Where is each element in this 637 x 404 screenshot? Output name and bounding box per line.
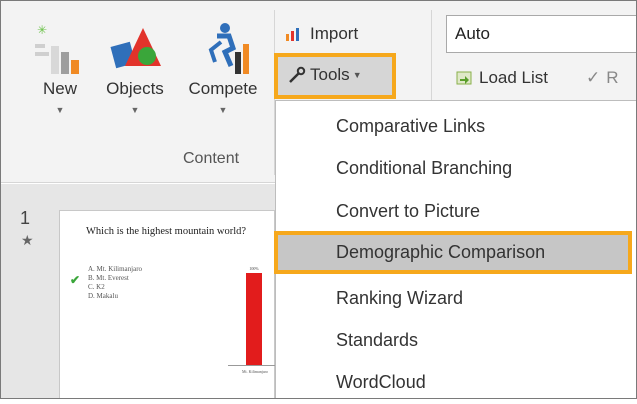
- bar-category-label: Mt. Kilimanjaro: [242, 369, 268, 374]
- slide-option: B. Mt. Everest: [88, 274, 129, 282]
- slide-question: Which is the highest mountain world?: [86, 226, 247, 237]
- slide-option: D. Makalu: [88, 292, 118, 300]
- menu-item-comparative-links[interactable]: Comparative Links: [276, 105, 637, 148]
- menu-item-label: Comparative Links: [336, 116, 486, 136]
- slide-option: A. Mt. Kilimanjaro: [88, 265, 143, 273]
- menu-item-demographic-comparison[interactable]: Demographic Comparison: [274, 231, 632, 274]
- compete-dropdown-arrow[interactable]: ▼: [180, 105, 266, 115]
- result-bar: [246, 273, 262, 365]
- menu-item-convert-to-picture[interactable]: Convert to Picture: [276, 190, 637, 233]
- load-list-icon: [456, 71, 472, 85]
- wrench-icon: [289, 66, 306, 83]
- new-dropdown-arrow[interactable]: ▼: [30, 105, 90, 115]
- new-label: New: [42, 79, 77, 98]
- menu-item-ranking-wizard[interactable]: Ranking Wizard: [276, 277, 637, 320]
- auto-input[interactable]: Auto: [446, 15, 637, 53]
- tools-button[interactable]: Tools ▼: [274, 53, 396, 99]
- star-icon[interactable]: ★: [21, 232, 34, 249]
- cut-off-button[interactable]: ✓ R: [586, 68, 619, 88]
- slide-number: 1: [20, 208, 31, 228]
- compete-label: Compete: [188, 79, 258, 98]
- chart-baseline: [228, 365, 278, 366]
- objects-dropdown-arrow[interactable]: ▼: [98, 105, 172, 115]
- import-chart-icon: [286, 28, 299, 41]
- objects-button[interactable]: Objects ▼: [98, 22, 172, 115]
- check-circle-icon: ✓: [586, 68, 601, 87]
- import-button[interactable]: Import: [284, 24, 358, 44]
- load-list-button[interactable]: Load List: [456, 68, 548, 88]
- compete-runner-icon: [208, 23, 249, 74]
- menu-item-label: Convert to Picture: [336, 201, 481, 221]
- new-icon: ✳: [35, 23, 79, 74]
- objects-label: Objects: [106, 79, 164, 98]
- slide-options: A. Mt. Kilimanjaro B. Mt. Everest C. K2 …: [88, 265, 142, 301]
- slide-thumbnail[interactable]: Which is the highest mountain world? ✔ A…: [59, 210, 278, 399]
- new-button[interactable]: ✳ New ▼: [30, 22, 90, 115]
- tools-label: Tools: [310, 65, 350, 84]
- tools-dropdown-menu: Comparative Links Conditional Branching …: [274, 100, 637, 399]
- svg-text:✳: ✳: [37, 23, 47, 37]
- tools-caret-icon: ▼: [352, 70, 362, 80]
- compete-button[interactable]: Compete ▼: [180, 22, 266, 115]
- menu-item-standards[interactable]: Standards: [276, 319, 637, 362]
- bar-value-label: 100%: [249, 266, 259, 271]
- checkmark-icon: ✔: [70, 273, 81, 287]
- menu-item-label: WordCloud: [336, 372, 426, 392]
- menu-item-label: Conditional Branching: [336, 158, 513, 178]
- menu-item-label: Ranking Wizard: [336, 288, 464, 308]
- cut-off-label: R: [606, 68, 619, 87]
- auto-value: Auto: [455, 24, 490, 43]
- objects-icon: [110, 28, 161, 69]
- load-list-label: Load List: [479, 68, 548, 87]
- menu-item-wordcloud[interactable]: WordCloud: [276, 361, 637, 404]
- import-label: Import: [310, 24, 359, 43]
- content-group-label: Content: [183, 150, 240, 167]
- menu-item-conditional-branching[interactable]: Conditional Branching: [276, 147, 637, 190]
- menu-item-label: Standards: [336, 330, 419, 350]
- slide-option: C. K2: [88, 283, 105, 291]
- menu-item-label: Demographic Comparison: [336, 242, 546, 262]
